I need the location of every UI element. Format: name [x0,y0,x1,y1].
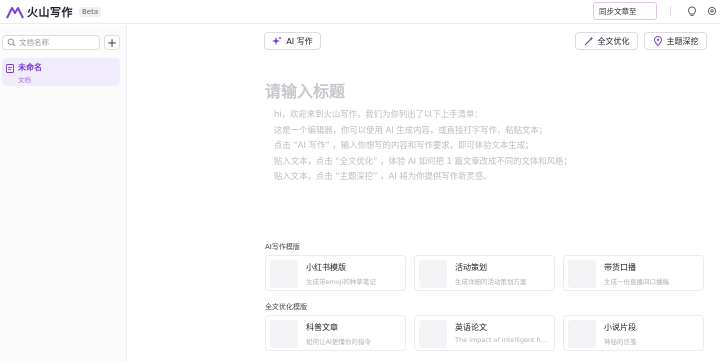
template-description: 神秘的信笺 [604,338,637,346]
intro-line: hi，欢迎来到火山写作，我们为你列出了以下上手清单： [274,109,483,119]
top-bar: 火山写作 Beta 同步文章至 [0,0,720,24]
plus-icon: + [106,35,118,50]
template-card[interactable]: 科普文章 如何让AI更懂你的指令 [265,315,406,351]
ai-write-button[interactable]: AI 写作 [264,32,321,50]
template-card[interactable]: 带货口播 生成一份直播间口播稿 [563,255,704,291]
toolbar-divider [670,6,671,16]
optimize-template-section-label: 全文优化模版 [265,303,307,311]
intro-line: 贴入文本，点击 “全文优化” ，体验 AI 如何把 1 篇文章改成不同的文体和风… [274,155,572,166]
topic-dig-label: 主题深挖 [666,36,699,46]
location-pin-icon [653,36,662,46]
template-thumbnail [568,320,596,348]
app-name: 火山写作 [27,6,73,19]
template-title: 科普文章 [306,323,338,332]
topic-dig-button[interactable]: 主题深挖 [644,32,707,50]
template-thumbnail [419,260,447,288]
ai-template-section-label: AI写作模版 [265,243,300,251]
add-document-button[interactable]: + [104,35,120,50]
document-list-item[interactable]: 未命名 文档 [2,58,120,86]
app-logo[interactable]: 火山写作 Beta [6,4,102,20]
template-thumbnail [270,260,298,288]
magic-wand-icon [584,36,593,46]
ai-write-label: AI 写作 [286,36,313,46]
template-description: The impact of intelligent hou... [455,336,551,344]
template-card[interactable]: 小说片段 神秘的信笺 [563,315,704,351]
template-description: 如何让AI更懂你的指令 [306,338,371,346]
beta-badge: Beta [79,7,102,17]
document-title: 未命名 [18,63,42,72]
full-optimize-button[interactable]: 全文优化 [575,32,638,50]
search-icon [7,38,16,47]
sparkle-icon [272,36,282,45]
template-thumbnail [270,320,298,348]
sync-article-button[interactable]: 同步文章至 [593,2,657,20]
template-title: 英语论文 [455,323,487,332]
editor-body[interactable]: hi，欢迎来到火山写作，我们为你列出了以下上手清单： 这是一个编辑器，你可以使用… [274,107,572,185]
template-description: 生成详细的活动策划方案 [455,278,527,286]
template-title: 小说片段 [604,323,636,332]
full-optimize-label: 全文优化 [597,36,630,46]
template-card[interactable]: 小红书模版 生成带emoji的种草笔记 [265,255,406,291]
lightbulb-icon[interactable] [686,5,698,17]
template-title: 小红书模版 [306,263,346,272]
intro-line: 点击 “AI 写作” ，输入你想写的内容和写作要求，即可体验文本生成； [274,140,534,150]
search-input[interactable] [19,38,99,47]
intro-line: 贴入文本，点击 “主题深挖” ，AI 将为你提供写作新灵感。 [274,171,492,181]
volcano-logo-icon [6,7,24,19]
sidebar: + 未命名 文档 [0,25,127,361]
document-subtitle: 文档 [18,76,31,84]
template-card[interactable]: 活动策划 生成详细的活动策划方案 [414,255,555,291]
template-description: 生成带emoji的种草笔记 [306,278,376,286]
template-card[interactable]: 英语论文 The impact of intelligent hou... [414,315,555,351]
document-icon [6,64,14,73]
document-search[interactable] [2,35,100,50]
template-thumbnail [568,260,596,288]
settings-icon[interactable] [706,5,718,17]
intro-line: 这是一个编辑器，你可以使用 AI 生成内容，或直接打字写作，粘贴文本； [274,124,548,135]
template-title: 活动策划 [455,263,487,272]
template-thumbnail [419,320,447,348]
template-title: 带货口播 [604,263,636,272]
template-description: 生成一份直播间口播稿 [604,278,669,286]
title-placeholder[interactable]: 请输入标题 [265,78,345,102]
